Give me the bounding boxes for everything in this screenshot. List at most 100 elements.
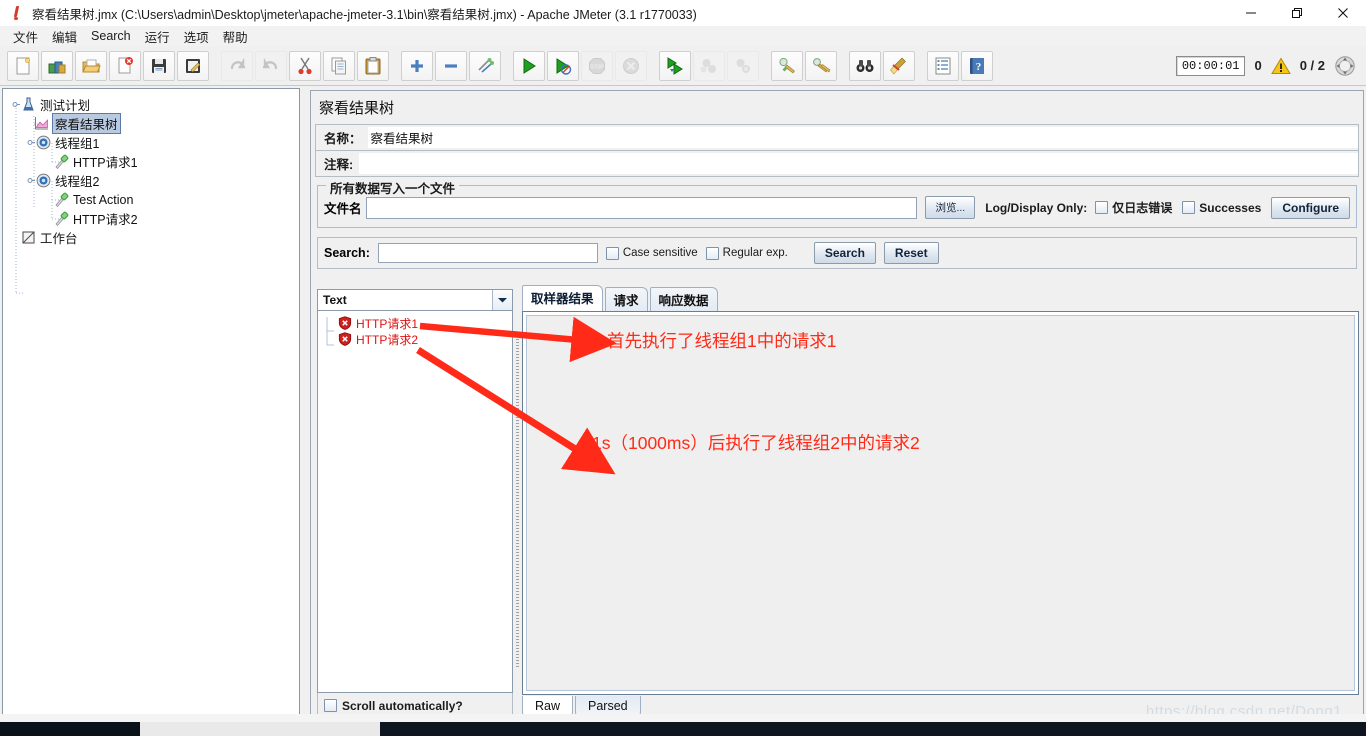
thread-group-icon bbox=[35, 172, 52, 189]
annotation-text-1: 首先执行了线程组1中的请求1 bbox=[607, 331, 837, 351]
help-button[interactable]: ? bbox=[961, 50, 993, 81]
tree-node-thread-group-2[interactable]: 线程组2 bbox=[7, 171, 299, 190]
save-as-button[interactable] bbox=[177, 50, 209, 81]
broom-icon bbox=[890, 57, 906, 74]
tree-node-http-request-1[interactable]: HTTP请求1 bbox=[7, 152, 299, 171]
title-bar: 察看结果树.jmx (C:\Users\admin\Desktop\jmeter… bbox=[0, 0, 1366, 26]
comment-input[interactable] bbox=[359, 153, 1358, 174]
test-plan-tree-panel[interactable]: 测试计划 察看结果树 线程组1 HTTP请求1 线程组2 Test Action… bbox=[2, 88, 300, 723]
cut-button[interactable] bbox=[289, 50, 321, 81]
menu-search[interactable]: Search bbox=[84, 28, 138, 44]
regular-exp-box[interactable] bbox=[705, 246, 719, 260]
tab-sampler-result[interactable]: 取样器结果 bbox=[522, 285, 603, 311]
help-icon: ? bbox=[970, 57, 984, 74]
expand-handle-icon[interactable] bbox=[11, 96, 20, 113]
tree-label-http-request-1: HTTP请求1 bbox=[73, 156, 138, 170]
close-plan-button[interactable] bbox=[109, 50, 141, 81]
start-no-pauses-button[interactable] bbox=[547, 50, 579, 81]
clear-button[interactable] bbox=[771, 50, 803, 81]
copy-button[interactable] bbox=[323, 50, 355, 81]
menu-run[interactable]: 运行 bbox=[138, 26, 177, 47]
results-column: Text HTTP请求1 HTTP请求2 Scroll automaticall… bbox=[317, 289, 513, 719]
clear-all-button[interactable] bbox=[805, 50, 837, 81]
list-item[interactable]: HTTP请求2 bbox=[338, 331, 512, 347]
remote-stop-all-button[interactable] bbox=[693, 50, 725, 81]
save-button[interactable] bbox=[143, 50, 175, 81]
taskbar-start-button[interactable] bbox=[0, 722, 140, 736]
expand-handle-icon[interactable] bbox=[26, 134, 35, 151]
chevron-down-icon[interactable] bbox=[492, 290, 512, 310]
tab-response-data[interactable]: 响应数据 bbox=[649, 287, 718, 312]
detail-tabstrip: 取样器结果 请求 响应数据 bbox=[522, 285, 1359, 312]
tab-request[interactable]: 请求 bbox=[604, 287, 648, 312]
search-button-toolbar[interactable] bbox=[849, 50, 881, 81]
menu-edit[interactable]: 编辑 bbox=[45, 26, 84, 47]
menu-file[interactable]: 文件 bbox=[6, 26, 45, 47]
remote-shutdown-all-button[interactable] bbox=[727, 50, 759, 81]
templates-button[interactable] bbox=[41, 50, 73, 81]
sampler-result-content[interactable] bbox=[526, 315, 1355, 691]
filename-label: 文件名 bbox=[324, 202, 362, 216]
templates-icon bbox=[48, 61, 66, 73]
http-request-icon bbox=[53, 153, 70, 170]
function-helper-button[interactable] bbox=[927, 50, 959, 81]
search-submit-button[interactable]: Search bbox=[813, 242, 876, 264]
tree-node-thread-group-1[interactable]: 线程组1 bbox=[7, 133, 299, 152]
taskbar-items[interactable] bbox=[140, 722, 380, 736]
stop-button[interactable]: STOP bbox=[581, 50, 613, 81]
tree-label-test-action: Test Action bbox=[73, 192, 134, 207]
scroll-automatically-box[interactable] bbox=[324, 699, 337, 712]
vertical-splitter[interactable] bbox=[513, 289, 522, 719]
case-sensitive-box[interactable] bbox=[605, 246, 619, 260]
toggle-button[interactable] bbox=[469, 50, 501, 81]
toggle-icon bbox=[478, 57, 494, 73]
open-button[interactable] bbox=[75, 50, 107, 81]
start-button[interactable] bbox=[513, 50, 545, 81]
regular-exp-checkbox[interactable]: Regular exp. bbox=[705, 246, 788, 260]
search-input[interactable] bbox=[377, 243, 598, 263]
toolbar-separator-7 bbox=[916, 51, 926, 81]
expand-button[interactable] bbox=[401, 50, 433, 81]
successes-checkbox[interactable]: Successes bbox=[1182, 201, 1261, 215]
minimize-button[interactable] bbox=[1228, 0, 1274, 26]
configure-button[interactable]: Configure bbox=[1271, 196, 1350, 219]
tree-node-view-results-tree[interactable]: 察看结果树 bbox=[7, 113, 299, 134]
browse-button[interactable]: 浏览... bbox=[925, 196, 976, 219]
copy-icon bbox=[331, 57, 346, 74]
collapse-button[interactable] bbox=[435, 50, 467, 81]
remote-start-all-button[interactable] bbox=[659, 50, 691, 81]
undo-button[interactable] bbox=[221, 50, 253, 81]
search-reset-button-toolbar[interactable] bbox=[883, 50, 915, 81]
errors-only-box[interactable] bbox=[1095, 201, 1109, 214]
test-action-icon bbox=[53, 191, 70, 208]
menu-help[interactable]: 帮助 bbox=[216, 26, 255, 47]
filename-input[interactable] bbox=[365, 196, 918, 219]
stop-icon: STOP bbox=[589, 57, 605, 74]
redo-button[interactable] bbox=[255, 50, 287, 81]
tree-node-test-action[interactable]: Test Action bbox=[7, 190, 299, 209]
results-list[interactable]: HTTP请求1 HTTP请求2 bbox=[317, 311, 513, 693]
view-results-tree-icon bbox=[33, 115, 50, 132]
remote-start-all-icon bbox=[667, 56, 683, 75]
menu-options[interactable]: 选项 bbox=[177, 26, 216, 47]
name-input[interactable]: 察看结果树 bbox=[367, 127, 1358, 148]
tree-node-test-plan[interactable]: 测试计划 bbox=[7, 95, 299, 114]
new-button[interactable] bbox=[7, 50, 39, 81]
search-reset-button[interactable]: Reset bbox=[883, 242, 939, 264]
renderer-combo[interactable]: Text bbox=[317, 289, 513, 311]
tree-node-http-request-2[interactable]: HTTP请求2 bbox=[7, 209, 299, 228]
tree-node-workbench[interactable]: 工作台 bbox=[7, 228, 299, 247]
toolbar-status: 00:00:01 0 0 / 2 bbox=[1175, 55, 1356, 77]
paste-button[interactable] bbox=[357, 50, 389, 81]
warning-count: 0 bbox=[1254, 58, 1262, 73]
close-button[interactable] bbox=[1320, 0, 1366, 26]
shutdown-icon bbox=[623, 57, 639, 74]
maximize-button[interactable] bbox=[1274, 0, 1320, 26]
shutdown-button[interactable] bbox=[615, 50, 647, 81]
errors-only-checkbox[interactable]: 仅日志错误 bbox=[1095, 199, 1172, 216]
list-item[interactable]: HTTP请求1 bbox=[338, 315, 512, 331]
successes-box[interactable] bbox=[1182, 201, 1196, 214]
thread-indicator-icon bbox=[1335, 55, 1355, 76]
case-sensitive-checkbox[interactable]: Case sensitive bbox=[605, 246, 698, 260]
expand-handle-icon[interactable] bbox=[26, 172, 35, 189]
